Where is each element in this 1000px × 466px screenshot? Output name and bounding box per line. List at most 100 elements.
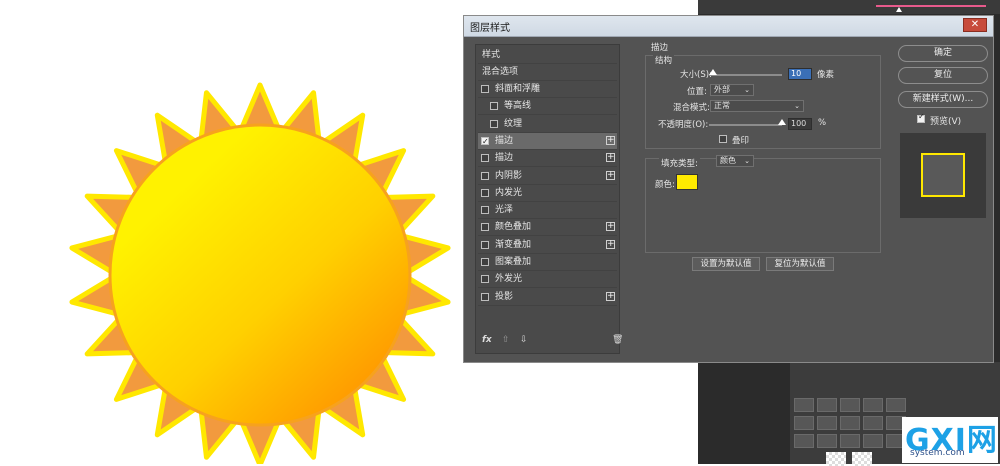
list-item-checkbox[interactable]	[481, 134, 489, 150]
opacity-input[interactable]: 100	[788, 118, 812, 130]
list-item-checkbox[interactable]	[481, 223, 489, 232]
layer-style-dialog: 图层样式 ✕ 样式 混合选项 斜面和浮雕等高线纹理描边+描边+内阴影+内发光光泽…	[463, 15, 994, 363]
add-effect-icon[interactable]: +	[606, 135, 615, 145]
opacity-slider[interactable]	[709, 124, 782, 126]
list-item-label: 描边	[495, 135, 514, 146]
list-item[interactable]: 颜色叠加 +	[478, 219, 617, 237]
list-item-label: 样式	[482, 50, 501, 60]
list-item-label: 颜色叠加	[495, 222, 532, 233]
list-item[interactable]: 投影 +	[478, 289, 617, 306]
list-item-checkbox[interactable]	[481, 154, 489, 163]
trash-icon[interactable]: 🗑	[612, 335, 623, 345]
add-effect-icon[interactable]: +	[606, 222, 615, 232]
list-item-checkbox[interactable]	[481, 292, 489, 301]
list-item-checkbox[interactable]	[481, 275, 489, 284]
ok-button[interactable]: 确定	[898, 45, 988, 62]
fx-icon[interactable]: fx	[482, 335, 492, 345]
reset-button[interactable]: 复位	[898, 67, 988, 84]
list-item-label: 图案叠加	[495, 257, 532, 267]
list-item-checkbox[interactable]	[490, 119, 498, 128]
overprint-label: 叠印	[732, 136, 750, 146]
mini-icon-row	[794, 398, 906, 412]
watermark-logo: GXI网 system.com	[902, 417, 998, 463]
list-item[interactable]: 光泽	[478, 202, 617, 220]
list-item-blending-options[interactable]: 混合选项	[478, 64, 617, 81]
list-item[interactable]: 描边 +	[478, 150, 617, 168]
style-list: 样式 混合选项 斜面和浮雕等高线纹理描边+描边+内阴影+内发光光泽颜色叠加+渐变…	[475, 44, 623, 354]
list-item-label: 斜面和浮雕	[495, 84, 541, 94]
list-item-checkbox[interactable]	[481, 206, 489, 215]
list-item-label: 渐变叠加	[495, 239, 532, 250]
list-item-checkbox[interactable]	[481, 171, 489, 180]
preview-thumbnail	[921, 153, 965, 197]
watermark-site: system.com	[910, 448, 965, 458]
list-footer: fx ⇧ ⇩ 🗑	[478, 331, 623, 351]
list-item-checkbox[interactable]	[481, 240, 489, 249]
size-unit: 像素	[817, 70, 835, 80]
structure-group: 结构 大小(S): 10 像素 位置: 外部 ⌄ 混合模式: 正常 ⌄ 不透明度(O…	[645, 54, 881, 149]
sun-disc	[108, 123, 412, 427]
dialog-titlebar[interactable]: 图层样式 ✕	[464, 16, 993, 37]
arrow-up-icon[interactable]: ⇧	[502, 335, 510, 345]
opacity-unit: %	[818, 118, 827, 128]
fill-type-dropdown[interactable]: 颜色 ⌄	[716, 155, 754, 167]
list-item[interactable]: 纹理	[478, 116, 617, 133]
preview-label: 预览(V)	[930, 117, 962, 127]
chevron-down-icon: ⌄	[744, 86, 750, 94]
chevron-down-icon: ⌄	[744, 157, 750, 165]
overprint-checkbox[interactable]	[719, 135, 727, 143]
size-slider-knob[interactable]	[708, 69, 717, 75]
list-item[interactable]: 图案叠加	[478, 254, 617, 271]
stroke-settings-panel: 描边 结构 大小(S): 10 像素 位置: 外部 ⌄ 混合模式: 正常 ⌄ 不透明…	[638, 43, 882, 362]
add-effect-icon[interactable]: +	[606, 239, 615, 249]
list-item-checkbox[interactable]	[481, 258, 489, 266]
dropdown-value: 颜色	[720, 156, 736, 165]
fill-type-group: 填充类型: 颜色 ⌄ 颜色:	[645, 155, 881, 253]
arrow-down-icon[interactable]: ⇩	[520, 335, 528, 345]
blend-mode-dropdown[interactable]: 正常 ⌄	[710, 100, 804, 112]
add-effect-icon[interactable]: +	[606, 153, 615, 163]
section-title: 描边	[651, 43, 669, 53]
structure-title: 结构	[653, 54, 675, 66]
size-input[interactable]: 10	[788, 68, 812, 80]
opacity-label: 不透明度(O):	[658, 120, 709, 130]
reset-default-button[interactable]: 复位为默认值	[766, 257, 834, 271]
mini-icon-row	[794, 416, 906, 430]
add-effect-icon[interactable]: +	[606, 170, 615, 180]
opacity-slider-knob[interactable]	[778, 119, 786, 125]
list-item-label: 混合选项	[482, 67, 519, 77]
color-slider-track[interactable]	[876, 5, 986, 7]
blend-mode-label: 混合模式:	[673, 103, 710, 113]
color-swatch[interactable]	[676, 174, 698, 190]
list-item[interactable]: 外发光	[478, 271, 617, 289]
preview-box	[900, 133, 986, 218]
list-item[interactable]: 等高线	[478, 98, 617, 116]
preview-checkbox[interactable]	[917, 112, 925, 123]
fill-type-label: 填充类型:	[659, 157, 700, 169]
position-dropdown[interactable]: 外部 ⌄	[710, 84, 754, 96]
list-item-checkbox[interactable]	[481, 85, 489, 93]
list-item-styles[interactable]: 样式	[478, 47, 617, 64]
close-icon[interactable]: ✕	[963, 18, 987, 32]
dropdown-value: 正常	[714, 101, 730, 110]
set-default-button[interactable]: 设置为默认值	[692, 257, 760, 271]
list-item-checkbox[interactable]	[481, 188, 489, 197]
color-slider-bar	[698, 0, 1000, 14]
color-slider-knob[interactable]	[896, 7, 902, 12]
new-style-button[interactable]: 新建样式(W)...	[898, 91, 988, 108]
list-item-label: 内阴影	[495, 170, 523, 181]
list-item[interactable]: 渐变叠加 +	[478, 237, 617, 254]
list-item-checkbox[interactable]	[490, 102, 498, 111]
list-item[interactable]: 描边 +	[478, 132, 617, 150]
list-item-label: 描边	[495, 153, 514, 164]
dialog-title: 图层样式	[470, 23, 510, 34]
list-item[interactable]: 斜面和浮雕	[478, 81, 617, 98]
list-item[interactable]: 内阴影 +	[478, 168, 617, 185]
size-slider[interactable]	[709, 74, 782, 76]
list-item-label: 外发光	[495, 274, 523, 285]
list-item[interactable]: 内发光	[478, 185, 617, 202]
add-effect-icon[interactable]: +	[606, 291, 615, 301]
list-item-label: 光泽	[495, 205, 514, 216]
size-label: 大小(S):	[680, 70, 712, 80]
dropdown-value: 外部	[714, 85, 730, 94]
